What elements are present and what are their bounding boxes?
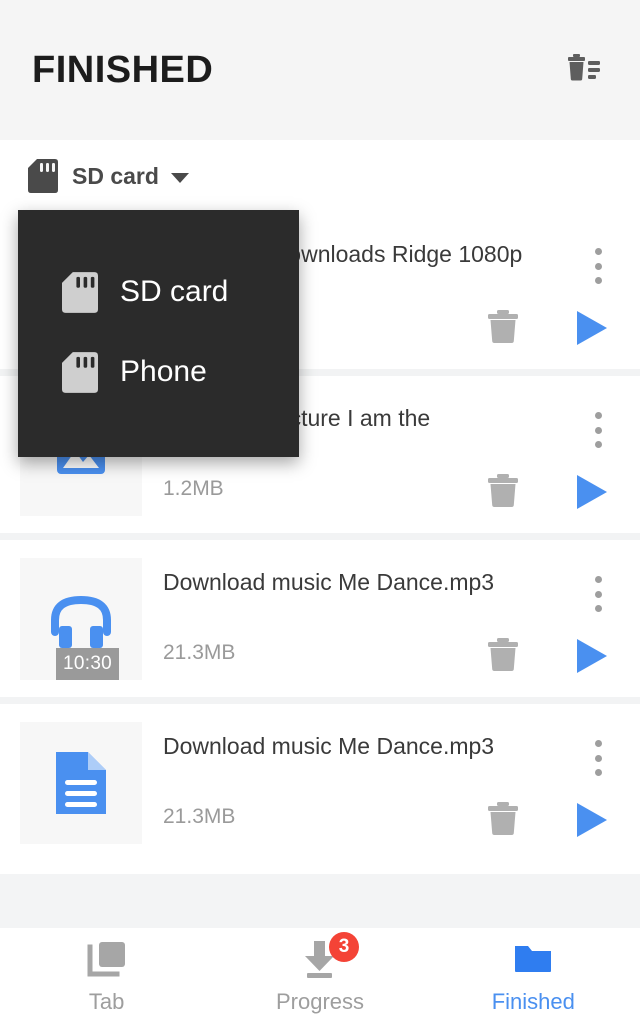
app-root: FINISHED SD card Downloads Ridge 1080p p… xyxy=(0,0,640,1024)
row-overflow-menu-button[interactable] xyxy=(582,408,614,452)
app-header: FINISHED xyxy=(0,0,640,140)
row-size: 1.2MB xyxy=(163,477,224,500)
nav-icon-wrap xyxy=(86,938,128,980)
list-bottom-filler xyxy=(0,874,640,928)
menu-item-phone[interactable]: Phone xyxy=(18,332,299,412)
delete-sweep-icon xyxy=(568,54,600,81)
sd-card-icon xyxy=(28,159,58,193)
progress-badge: 3 xyxy=(328,931,359,962)
more-vertical-icon-dot xyxy=(594,769,602,776)
nav-label: Finished xyxy=(491,988,575,1014)
row-play-button[interactable] xyxy=(568,468,616,516)
row-overflow-menu-button[interactable] xyxy=(582,736,614,780)
more-vertical-icon-dot xyxy=(594,590,602,598)
table-row[interactable]: Download music Me Dance.mp3 21.3MB xyxy=(0,704,640,861)
nav-label: Tab xyxy=(88,988,125,1014)
row-thumbnail: 10:30 xyxy=(20,558,142,680)
document-icon xyxy=(56,752,106,814)
row-separator xyxy=(0,533,640,540)
delete-all-button[interactable] xyxy=(552,39,614,101)
more-vertical-icon-dot xyxy=(594,426,602,434)
trash-icon xyxy=(488,638,518,671)
row-play-button[interactable] xyxy=(568,632,616,680)
menu-item-label: Phone xyxy=(120,355,207,388)
row-size: 21.3MB xyxy=(163,641,236,664)
nav-item-finished[interactable]: Finished xyxy=(427,928,640,1024)
storage-selector[interactable]: SD card xyxy=(0,140,640,212)
page-title: FINISHED xyxy=(32,49,214,91)
headphones-icon xyxy=(51,595,111,648)
tabs-icon xyxy=(87,941,125,976)
trash-icon xyxy=(488,474,518,507)
play-icon xyxy=(577,475,607,509)
play-icon xyxy=(577,639,607,673)
more-vertical-icon-dot xyxy=(594,277,602,284)
row-delete-button[interactable] xyxy=(481,468,525,512)
storage-dropdown-menu: SD card Phone xyxy=(18,210,299,457)
play-icon xyxy=(577,311,607,345)
row-delete-button[interactable] xyxy=(481,796,525,840)
folder-icon xyxy=(515,945,552,972)
more-vertical-icon-dot xyxy=(594,605,602,612)
more-vertical-icon-dot xyxy=(594,412,602,419)
more-vertical-icon-dot xyxy=(594,740,602,747)
nav-icon-wrap xyxy=(512,938,554,980)
nav-label: Progress xyxy=(275,988,365,1014)
duration-badge: 10:30 xyxy=(56,648,120,680)
row-play-button[interactable] xyxy=(568,304,616,352)
more-vertical-icon-dot xyxy=(594,441,602,448)
row-separator xyxy=(0,697,640,704)
row-size: 21.3MB xyxy=(163,805,236,828)
more-vertical-icon-dot xyxy=(594,262,602,270)
more-vertical-icon-dot xyxy=(594,576,602,583)
nav-icon-wrap: 3 xyxy=(299,931,359,980)
storage-selected-label: SD card xyxy=(72,162,159,189)
sd-card-icon xyxy=(62,271,98,313)
row-overflow-menu-button[interactable] xyxy=(582,244,614,288)
row-play-button[interactable] xyxy=(568,796,616,844)
nav-item-tab[interactable]: Tab xyxy=(0,928,213,1024)
row-title: Download music Me Dance.mp3 xyxy=(163,569,495,595)
play-icon xyxy=(577,803,607,837)
more-vertical-icon-dot xyxy=(594,248,602,255)
bottom-navigation: Tab 3 Progress Finished xyxy=(0,928,640,1024)
menu-item-sd-card[interactable]: SD card xyxy=(18,252,299,332)
row-thumbnail xyxy=(20,722,142,844)
row-delete-button[interactable] xyxy=(481,304,525,348)
menu-item-label: SD card xyxy=(120,275,229,308)
row-overflow-menu-button[interactable] xyxy=(582,572,614,616)
trash-icon xyxy=(488,802,518,835)
row-title: Download music Me Dance.mp3 xyxy=(163,733,495,759)
more-vertical-icon-dot xyxy=(594,754,602,762)
row-delete-button[interactable] xyxy=(481,632,525,676)
table-row[interactable]: 10:30 Download music Me Dance.mp3 21.3MB xyxy=(0,540,640,697)
nav-item-progress[interactable]: 3 Progress xyxy=(213,928,426,1024)
sd-card-icon xyxy=(62,351,98,393)
caret-down-icon xyxy=(170,173,189,183)
trash-icon xyxy=(488,310,518,343)
